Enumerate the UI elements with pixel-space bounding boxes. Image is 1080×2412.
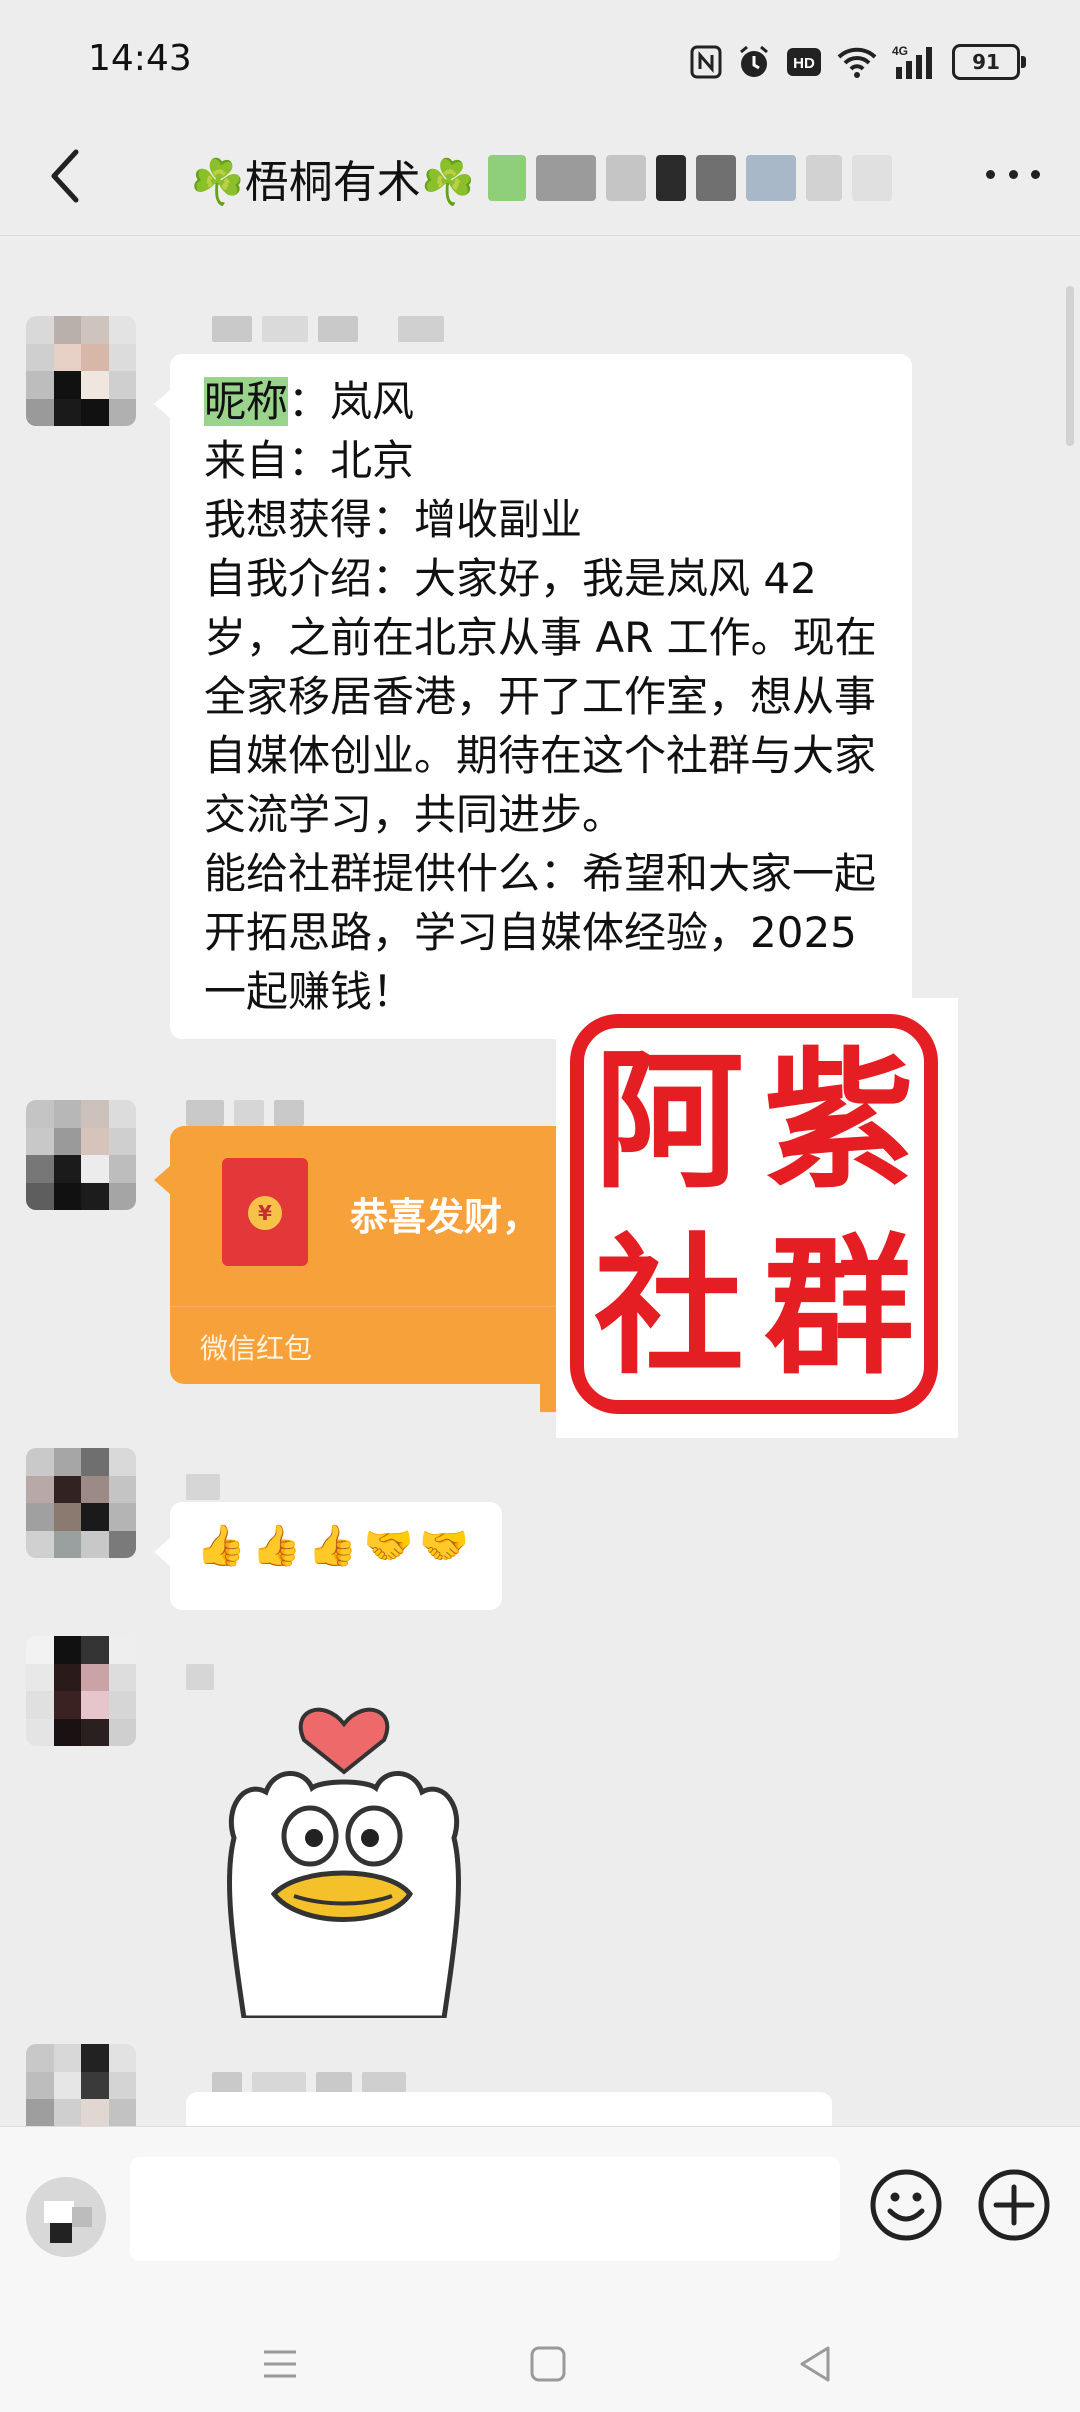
message-bubble[interactable]: 昵称：岚风 来自：北京 我想获得：增收副业 自我介绍：大家好，我是岚风 42 岁… [154, 354, 912, 1039]
voice-toggle-avatar[interactable] [26, 2177, 106, 2257]
system-nav-bar [0, 2312, 1080, 2412]
sender-name [186, 1664, 214, 1690]
stamp-char: 社 [593, 1219, 744, 1395]
4g-signal-icon: 4G [892, 44, 932, 79]
battery-icon: 91 [952, 44, 1026, 80]
back-triangle-icon[interactable] [794, 2342, 838, 2386]
avatar[interactable] [26, 1448, 136, 1558]
message-text: 昵称：岚风 来自：北京 我想获得：增收副业 自我介绍：大家好，我是岚风 42 岁… [204, 377, 877, 1016]
thumbs-up-icon: 👍 [251, 1523, 302, 1569]
sender-name [186, 1474, 220, 1500]
handshake-icon: 🤝 [363, 1523, 414, 1569]
chat-message-list[interactable]: 昵称：岚风 来自：北京 我想获得：增收副业 自我介绍：大家好，我是岚风 42 岁… [0, 236, 1080, 2126]
watermark-stamp: 阿 紫 社 群 [556, 998, 958, 1438]
alarm-icon [740, 45, 768, 77]
red-packet-label: 微信红包 [200, 1332, 313, 1365]
bubble-tail [154, 1166, 170, 1194]
svg-text:4G: 4G [892, 44, 908, 58]
highlighted-text: 昵称 [204, 377, 289, 426]
scrollbar[interactable] [1066, 286, 1074, 446]
message-bubble[interactable]: 👍 👍 👍 🤝 🤝 [154, 1502, 502, 1610]
chat-header: ☘️梧桐有术☘️ [0, 120, 1080, 236]
emoji-row: 👍 👍 👍 🤝 🤝 [170, 1502, 502, 1589]
stamp-char: 群 [763, 1219, 914, 1395]
avatar[interactable] [26, 1636, 136, 1746]
red-envelope-icon: ¥ [222, 1158, 308, 1266]
more-horizontal-icon[interactable] [986, 164, 1040, 184]
chat-title: ☘️梧桐有术☘️ [190, 146, 892, 210]
sender-name [186, 1100, 304, 1126]
duck-heart-sticker[interactable] [204, 1688, 484, 2018]
nfc-icon [690, 45, 722, 79]
status-time: 14:43 [88, 38, 192, 79]
avatar[interactable] [26, 316, 136, 426]
chat-title-text: ☘️梧桐有术☘️ [190, 157, 476, 208]
wifi-icon [837, 47, 877, 78]
coin-icon: ¥ [248, 1196, 282, 1230]
blurred-title-remainder [487, 155, 892, 201]
stamp-char: 阿 [593, 1033, 744, 1209]
sender-name [212, 316, 444, 342]
plus-circle-icon[interactable] [976, 2167, 1052, 2243]
menu-icon[interactable] [258, 2342, 302, 2386]
thumbs-up-icon: 👍 [196, 1523, 246, 1569]
message-input[interactable] [130, 2157, 840, 2261]
status-icons: HD 4G 91 [690, 38, 1026, 86]
smiley-icon[interactable] [868, 2167, 944, 2243]
svg-text:HD: HD [793, 55, 815, 72]
stamp-char: 紫 [763, 1033, 914, 1209]
chevron-left-icon[interactable] [40, 144, 96, 208]
avatar[interactable] [26, 2044, 136, 2126]
avatar[interactable] [26, 1100, 136, 1210]
input-bar [0, 2126, 1080, 2313]
status-bar: 14:43 HD 4G 91 [0, 0, 1080, 120]
thumbs-up-icon: 👍 [307, 1523, 358, 1569]
message-bubble[interactable] [186, 2092, 832, 2126]
home-square-icon[interactable] [526, 2342, 570, 2386]
red-packet-greeting: 恭喜发财， [350, 1195, 541, 1239]
hd-icon: HD [787, 48, 821, 76]
handshake-icon: 🤝 [419, 1523, 470, 1569]
